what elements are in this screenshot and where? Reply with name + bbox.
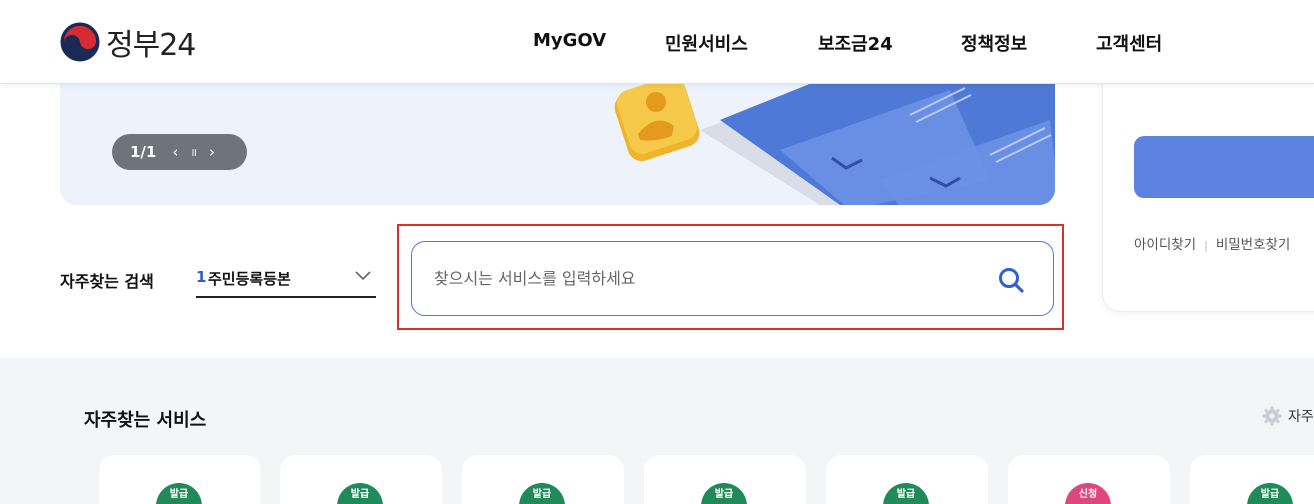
nav-item-policy-info[interactable]: 정책정보 [961, 30, 1027, 56]
site-header: 정부24 MyGOV 민원서비스 보조금24 정책정보 고객센터 [0, 0, 1314, 84]
logo-text: 정부24 [106, 28, 196, 63]
service-card[interactable]: 발급 [462, 455, 624, 504]
frequent-services-section: 자주찾는 서비스 자주 발급 발급 발급 발급 발급 신청 발급 [0, 358, 1314, 504]
frequent-search-rank: 1 [196, 268, 207, 286]
find-password-link[interactable]: 비밀번호찾기 [1216, 237, 1291, 253]
frequent-search-select[interactable]: 1 주민등록등본 [196, 262, 376, 298]
service-card[interactable]: 발급 [1190, 455, 1314, 504]
service-card-badge: 발급 [1247, 483, 1293, 504]
frequent-services-setting[interactable]: 자주 [1262, 406, 1314, 426]
banner-prev-button[interactable]: ‹ [172, 144, 178, 160]
service-card-badge: 신청 [1065, 483, 1111, 504]
nav-item-subsidy24[interactable]: 보조금24 [818, 30, 893, 56]
gear-icon [1262, 406, 1282, 426]
service-card-badge: 발급 [337, 483, 383, 504]
search-icon[interactable] [997, 266, 1025, 294]
service-card[interactable]: 발급 [826, 455, 988, 504]
find-id-link[interactable]: 아이디찾기 [1134, 237, 1196, 253]
frequent-search-label: 자주찾는 검색 [60, 272, 154, 291]
banner-pager: 1/1 ‹ ॥ › [112, 134, 247, 170]
service-card[interactable]: 신청 [1008, 455, 1170, 504]
banner-page-count: 1/1 [130, 143, 157, 161]
nav-item-customer-center[interactable]: 고객센터 [1096, 30, 1162, 56]
login-button[interactable] [1134, 136, 1314, 198]
banner-next-button[interactable]: › [209, 144, 215, 160]
service-card-badge: 발급 [156, 483, 202, 504]
search-box [411, 241, 1054, 316]
service-card-badge: 발급 [519, 483, 565, 504]
banner-pause-button[interactable]: ॥ [190, 147, 197, 158]
link-separator: | [1204, 239, 1208, 252]
service-card[interactable]: 발급 [99, 455, 261, 504]
frequent-search-value: 주민등록등본 [208, 270, 291, 288]
taegeuk-logo-icon [60, 22, 100, 62]
login-links: 아이디찾기 | 비밀번호찾기 [1134, 233, 1290, 253]
nav-item-mygov[interactable]: MyGOV [533, 30, 606, 51]
frequent-services-setting-label: 자주 [1288, 409, 1314, 425]
page: 1/1 ‹ ॥ › 아이디찾기 | 비밀번호찾기 정부24 MyGOV 민원서비스 … [0, 0, 1314, 504]
chevron-down-icon [355, 271, 371, 281]
nav-item-civil-service[interactable]: 민원서비스 [665, 30, 748, 56]
service-card-badge: 발급 [701, 483, 747, 504]
search-input[interactable] [434, 260, 974, 296]
service-card-badge: 발급 [883, 483, 929, 504]
frequent-services-title: 자주찾는 서비스 [84, 410, 207, 431]
service-card[interactable]: 발급 [280, 455, 442, 504]
site-logo[interactable]: 정부24 [60, 22, 196, 63]
service-card[interactable]: 발급 [644, 455, 806, 504]
